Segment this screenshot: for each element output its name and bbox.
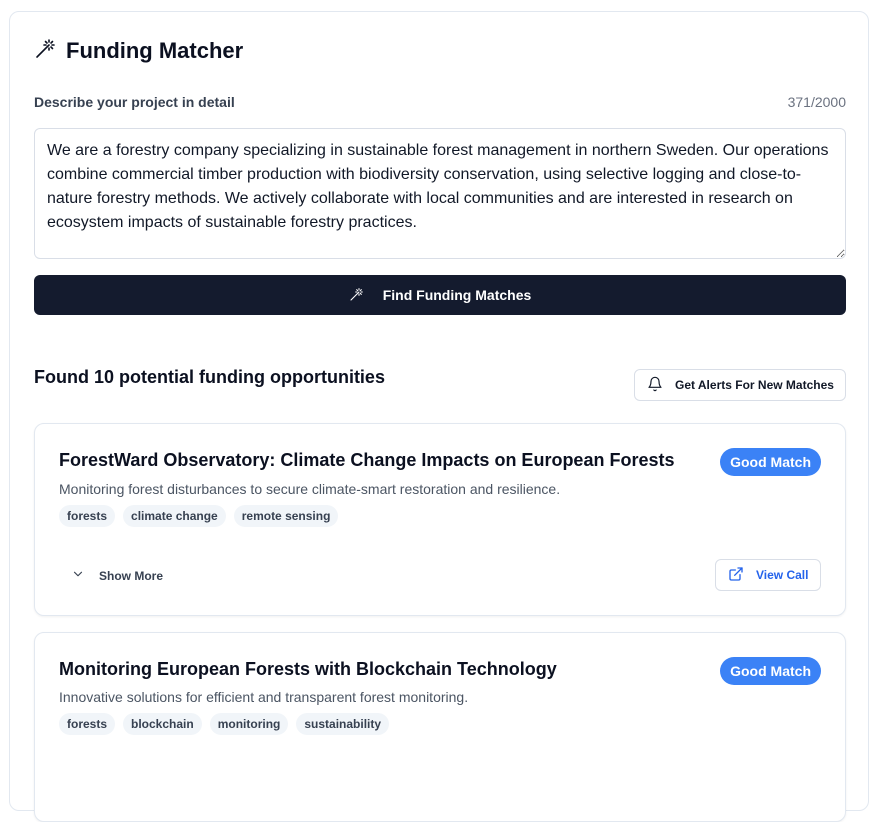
match-badge: Good Match — [720, 657, 821, 685]
show-more-toggle[interactable]: Show More — [71, 567, 163, 584]
page-header: Funding Matcher — [34, 36, 243, 65]
tag: forests — [59, 505, 116, 527]
find-funding-matches-label: Find Funding Matches — [382, 287, 532, 303]
get-alerts-label: Get Alerts For New Matches — [675, 378, 834, 392]
card-title: Monitoring European Forests with Blockch… — [59, 659, 557, 679]
get-alerts-button[interactable]: Get Alerts For New Matches — [634, 369, 846, 401]
tag: sustainability — [296, 713, 390, 735]
card-subtitle: Monitoring forest disturbances to secure… — [59, 481, 561, 497]
description-label: Describe your project in detail — [34, 94, 235, 110]
page-title: Funding Matcher — [66, 37, 244, 63]
match-badge: Good Match — [720, 448, 821, 476]
magic-wand-icon — [349, 286, 365, 305]
tag: remote sensing — [233, 505, 339, 527]
bell-icon — [647, 376, 663, 395]
view-call-button[interactable]: View Call — [715, 559, 821, 591]
view-call-label: View Call — [756, 568, 809, 582]
external-link-icon — [728, 566, 744, 585]
funding-card: Monitoring European Forests with Blockch… — [34, 632, 846, 822]
chevron-down-icon — [71, 567, 85, 584]
card-subtitle: Innovative solutions for efficient and t… — [59, 689, 469, 705]
tag: climate change — [123, 505, 226, 527]
find-funding-matches-button[interactable]: Find Funding Matches — [34, 275, 846, 315]
magic-wand-icon — [34, 36, 58, 65]
results-summary: Found 10 potential funding opportunities — [34, 367, 385, 387]
card-title: ForestWard Observatory: Climate Change I… — [59, 450, 675, 470]
funding-card: ForestWard Observatory: Climate Change I… — [34, 423, 846, 616]
tag: monitoring — [209, 713, 289, 735]
tag: blockchain — [123, 713, 202, 735]
tag-list: forests blockchain monitoring sustainabi… — [59, 713, 390, 735]
character-count: 371/2000 — [787, 94, 846, 110]
show-more-label: Show More — [99, 568, 164, 583]
project-description-textarea[interactable]: We are a forestry company specializing i… — [34, 128, 846, 259]
tag-list: forests climate change remote sensing — [59, 505, 339, 527]
tag: forests — [59, 713, 116, 735]
